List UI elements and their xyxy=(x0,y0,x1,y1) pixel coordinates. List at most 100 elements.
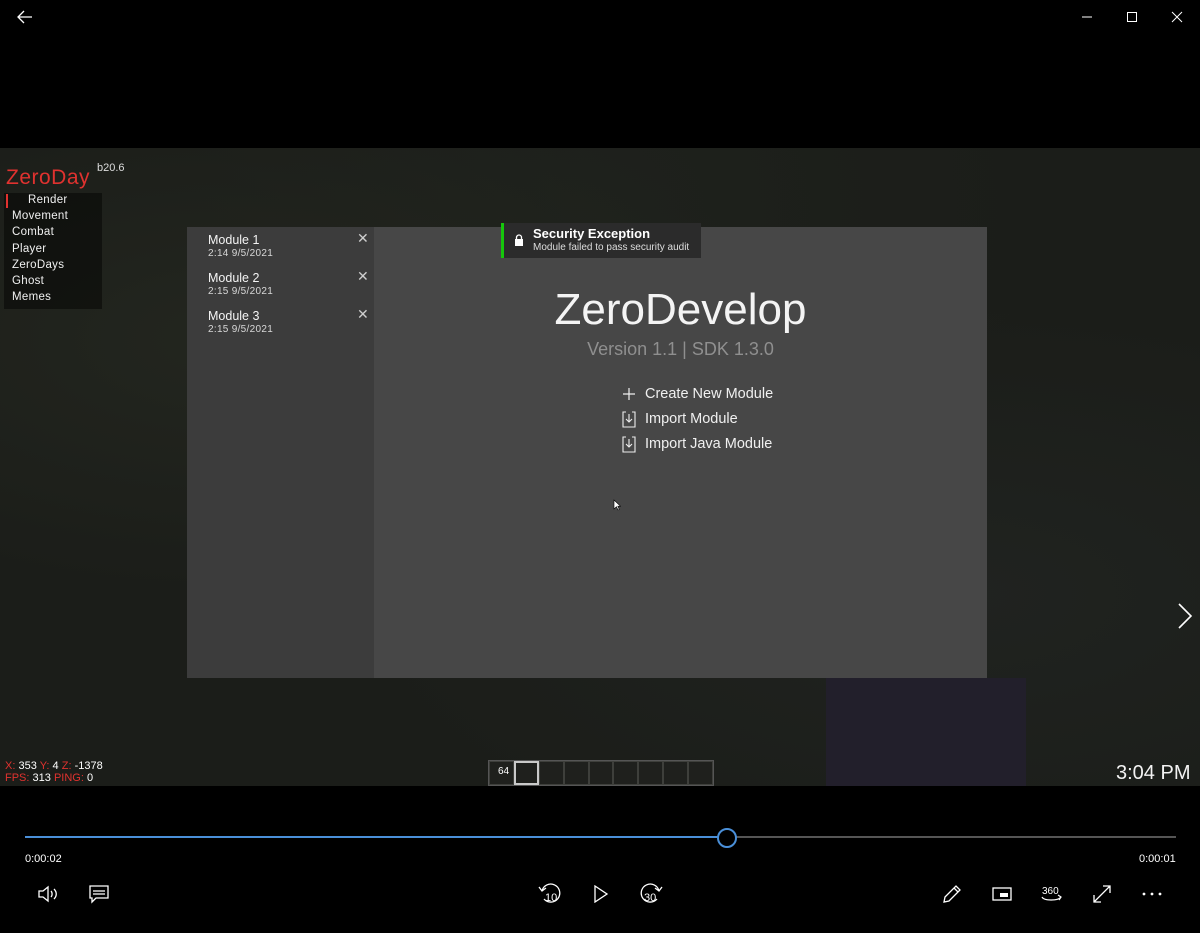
back-arrow-icon xyxy=(17,10,32,24)
menu-item-zerodays[interactable]: ZeroDays xyxy=(12,259,64,271)
volume-button[interactable] xyxy=(34,880,64,908)
fullscreen-icon xyxy=(1093,885,1111,903)
hotbar-slot xyxy=(688,761,714,785)
hotbar-slot xyxy=(663,761,689,785)
mini-view-button[interactable] xyxy=(987,880,1017,908)
more-options-button[interactable] xyxy=(1137,880,1167,908)
module-name: Module 1 xyxy=(208,233,260,247)
title-bar xyxy=(0,0,1200,34)
ping-label: PING: xyxy=(53,772,84,784)
import-module-label: Import Module xyxy=(645,411,738,427)
menu-item-player[interactable]: Player xyxy=(12,243,46,255)
menu-item-movement[interactable]: Movement xyxy=(12,210,68,222)
z-value: -1378 xyxy=(74,760,103,772)
close-button[interactable] xyxy=(1154,0,1200,34)
client-version: b20.6 xyxy=(97,162,125,174)
menu-item-combat[interactable]: Combat xyxy=(12,226,54,238)
zerodevelop-dialog: Module 1 2:14 9/5/2021 ✕ Module 2 2:15 9… xyxy=(187,227,987,678)
module-timestamp: 2:15 9/5/2021 xyxy=(208,286,274,297)
pencil-icon xyxy=(943,885,961,903)
skip-back-seconds: 10 xyxy=(545,892,558,904)
toast-message: Module failed to pass security audit xyxy=(533,242,690,253)
create-new-module-label: Create New Module xyxy=(645,386,774,402)
import-module-button[interactable]: Import Module xyxy=(621,410,738,428)
hotbar-slot-selected xyxy=(513,761,539,785)
module-name: Module 2 xyxy=(208,271,260,285)
360-button[interactable]: 360 xyxy=(1037,880,1067,908)
x-label: X: xyxy=(5,760,16,772)
module-item[interactable]: Module 1 2:14 9/5/2021 xyxy=(208,233,273,259)
more-icon xyxy=(1142,892,1162,896)
next-video-chevron-icon[interactable] xyxy=(1176,601,1194,631)
import-icon xyxy=(621,410,637,428)
toast-title: Security Exception xyxy=(533,226,651,241)
import-java-module-label: Import Java Module xyxy=(645,436,773,452)
menu-item-memes[interactable]: Memes xyxy=(12,291,51,303)
client-menu: Render Movement Combat Player ZeroDays G… xyxy=(4,193,102,309)
plus-icon xyxy=(621,385,637,403)
maximize-icon xyxy=(1127,12,1137,22)
lock-icon xyxy=(515,234,523,246)
seek-bar-thumb[interactable] xyxy=(717,828,738,848)
coordinates-readout: X: 353 Y: 4 Z: -1378 FPS: 313 PING: 0 xyxy=(5,760,103,784)
module-item[interactable]: Module 2 2:15 9/5/2021 xyxy=(208,271,273,297)
elapsed-time: 0:00:02 xyxy=(25,853,62,865)
module-timestamp: 2:15 9/5/2021 xyxy=(208,324,274,335)
module-item[interactable]: Module 3 2:15 9/5/2021 xyxy=(208,309,273,335)
hotbar-slot xyxy=(563,761,589,785)
menu-selection-marker xyxy=(6,194,8,208)
import-java-module-button[interactable]: Import Java Module xyxy=(621,435,772,453)
hotbar-slot xyxy=(588,761,614,785)
mouse-cursor-icon xyxy=(613,499,621,511)
y-label: Y: xyxy=(39,760,50,772)
captions-button[interactable] xyxy=(84,880,114,908)
import-icon xyxy=(621,435,637,453)
app-version: Version 1.1 | SDK 1.3.0 xyxy=(587,339,774,359)
hotbar-item-count: 64 xyxy=(498,766,510,777)
minimize-icon xyxy=(1082,16,1092,18)
close-icon[interactable]: ✕ xyxy=(357,306,369,323)
hotbar-slot xyxy=(613,761,639,785)
remaining-time: 0:00:01 xyxy=(1139,853,1176,865)
maximize-button[interactable] xyxy=(1109,0,1155,34)
menu-item-render[interactable]: Render xyxy=(28,194,68,206)
close-icon[interactable]: ✕ xyxy=(357,230,369,247)
fullscreen-button[interactable] xyxy=(1087,880,1117,908)
x-value: 353 xyxy=(18,760,37,772)
create-new-module-button[interactable]: Create New Module xyxy=(621,385,773,403)
game-block xyxy=(826,678,1026,786)
fps-label: FPS: xyxy=(5,772,30,784)
module-timestamp: 2:14 9/5/2021 xyxy=(208,248,274,259)
captions-icon xyxy=(89,885,109,904)
hotbar: 64 xyxy=(488,760,714,786)
edit-button[interactable] xyxy=(937,880,967,908)
module-name: Module 3 xyxy=(208,309,260,323)
app-title: ZeroDevelop xyxy=(554,285,807,334)
360-icon: 360 xyxy=(1041,886,1062,901)
security-exception-toast[interactable]: Security Exception Module failed to pass… xyxy=(501,223,701,258)
hotbar-slot: 64 xyxy=(489,761,514,785)
skip-forward-button[interactable]: 30 xyxy=(636,880,666,908)
fps-value: 313 xyxy=(32,772,51,784)
client-name: ZeroDay xyxy=(6,166,91,189)
back-button[interactable] xyxy=(2,0,48,34)
seek-bar[interactable] xyxy=(25,836,1176,838)
clock: 3:04 PM xyxy=(1116,762,1191,784)
skip-forward-seconds: 30 xyxy=(644,892,657,904)
play-icon xyxy=(594,885,609,903)
seek-bar-progress xyxy=(25,836,728,838)
play-button[interactable] xyxy=(586,880,616,908)
volume-icon xyxy=(38,885,57,903)
minimize-button[interactable] xyxy=(1064,0,1110,34)
mini-view-icon xyxy=(992,887,1012,901)
module-list: Module 1 2:14 9/5/2021 ✕ Module 2 2:15 9… xyxy=(187,227,374,678)
hotbar-slot xyxy=(538,761,564,785)
ping-value: 0 xyxy=(86,772,94,784)
y-value: 4 xyxy=(52,760,59,772)
hotbar-slot xyxy=(638,761,664,785)
svg-text:360: 360 xyxy=(1042,886,1059,897)
skip-back-button[interactable]: 10 xyxy=(535,880,565,908)
z-label: Z: xyxy=(61,760,72,772)
close-icon[interactable]: ✕ xyxy=(357,268,369,285)
menu-item-ghost[interactable]: Ghost xyxy=(12,275,44,287)
